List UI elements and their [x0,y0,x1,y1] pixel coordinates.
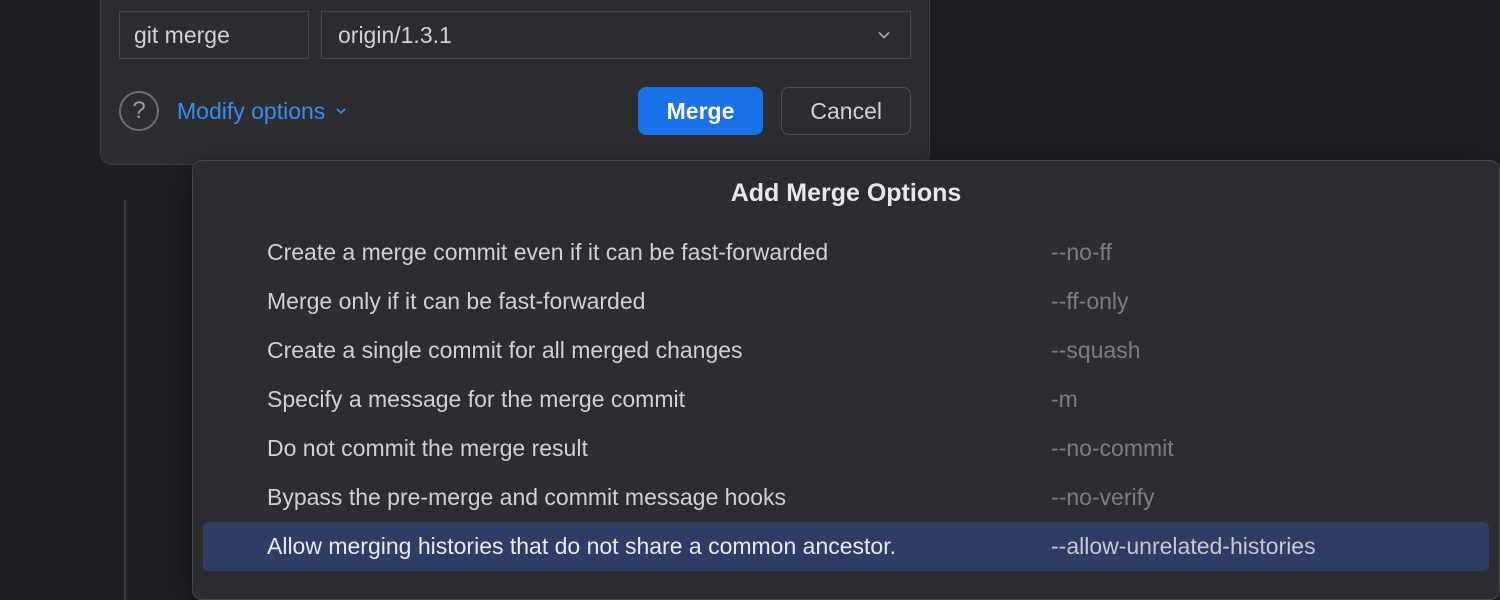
merge-option-row[interactable]: Create a single commit for all merged ch… [193,326,1499,375]
chevron-down-icon [333,103,349,119]
modify-options-label: Modify options [177,98,325,125]
popup-title: Add Merge Options [193,179,1499,208]
merge-option-flag: --no-commit [1051,435,1471,462]
action-row: ? Modify options Merge Cancel [119,87,911,135]
merge-option-flag: --ff-only [1051,288,1471,315]
cancel-button[interactable]: Cancel [781,87,911,135]
help-button[interactable]: ? [119,91,159,131]
merge-option-desc: Allow merging histories that do not shar… [267,533,1051,560]
merge-option-desc: Create a merge commit even if it can be … [267,239,1051,266]
merge-option-desc: Merge only if it can be fast-forwarded [267,288,1051,315]
sidebar-divider [124,200,126,600]
merge-button[interactable]: Merge [638,87,764,135]
merge-dialog: git merge origin/1.3.1 ? Modify options … [100,0,930,165]
branch-selected-value: origin/1.3.1 [338,22,452,49]
git-command-label: git merge [119,11,309,59]
merge-option-desc: Specify a message for the merge commit [267,386,1051,413]
help-icon: ? [132,97,145,125]
git-command-text: git merge [134,22,230,49]
merge-option-flag: --no-verify [1051,484,1471,511]
merge-option-row[interactable]: Merge only if it can be fast-forwarded--… [193,277,1499,326]
modify-options-link[interactable]: Modify options [177,98,349,125]
option-list: Create a merge commit even if it can be … [193,228,1499,571]
merge-button-label: Merge [667,98,735,125]
chevron-down-icon [874,25,894,45]
merge-option-flag: --allow-unrelated-histories [1051,533,1471,560]
cancel-button-label: Cancel [810,98,882,125]
merge-option-flag: --no-ff [1051,239,1471,266]
merge-option-row[interactable]: Bypass the pre-merge and commit message … [193,473,1499,522]
command-row: git merge origin/1.3.1 [119,11,911,59]
branch-select[interactable]: origin/1.3.1 [321,11,911,59]
merge-options-popup: Add Merge Options Create a merge commit … [192,160,1500,600]
merge-option-row[interactable]: Do not commit the merge result--no-commi… [193,424,1499,473]
merge-option-desc: Create a single commit for all merged ch… [267,337,1051,364]
merge-option-desc: Bypass the pre-merge and commit message … [267,484,1051,511]
merge-option-row[interactable]: Specify a message for the merge commit-m [193,375,1499,424]
merge-option-flag: --squash [1051,337,1471,364]
merge-option-row[interactable]: Allow merging histories that do not shar… [203,522,1489,571]
merge-option-desc: Do not commit the merge result [267,435,1051,462]
merge-option-flag: -m [1051,386,1471,413]
merge-option-row[interactable]: Create a merge commit even if it can be … [193,228,1499,277]
